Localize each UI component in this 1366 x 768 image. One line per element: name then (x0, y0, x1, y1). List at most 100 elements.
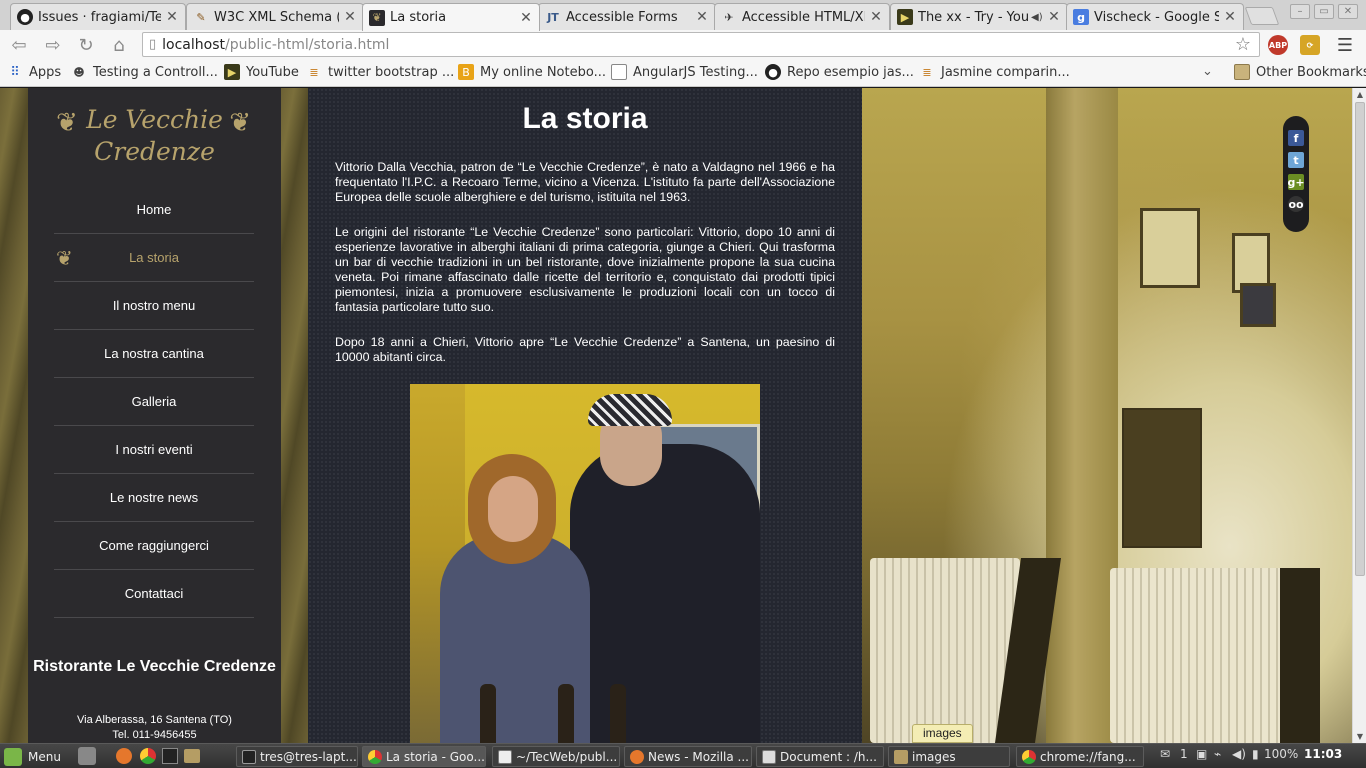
tripadvisor-icon[interactable]: oo (1288, 196, 1304, 212)
firefox-launcher-icon[interactable] (116, 748, 132, 764)
bookmarks-overflow-chevron[interactable]: ⌄ (1202, 64, 1213, 79)
bookmark-jasmine[interactable]: ≣ Jasmine comparin... (919, 64, 1070, 80)
tab-accessible-forms[interactable]: JT Accessible Forms ✕ (538, 3, 716, 30)
reload-icon[interactable]: ↻ (75, 34, 97, 56)
tab-la-storia[interactable]: ❦ La storia ✕ (362, 3, 540, 31)
page-favicon-icon: ❦ (369, 9, 385, 26)
task-firefox[interactable]: News - Mozilla ... (624, 746, 752, 767)
window-controls: – ▭ ✕ (1290, 4, 1358, 19)
bookmark-online-notebook[interactable]: B My online Notebo... (458, 64, 606, 80)
tab-youtube[interactable]: ▶ The xx - Try - YouT ◀) ✕ (890, 3, 1068, 30)
chrome-icon (368, 749, 382, 764)
task-chrome-extension[interactable]: chrome://fang... (1016, 746, 1144, 767)
nav-item-come-raggiungerci[interactable]: Come raggiungerci (54, 522, 254, 570)
tab-accessible-html[interactable]: ✈ Accessible HTML/XH ✕ (714, 3, 890, 30)
story-paragraph: Dopo 18 anni a Chieri, Vittorio apre “Le… (335, 335, 835, 364)
bookmark-label: Jasmine comparin... (941, 64, 1070, 80)
minimize-button[interactable]: – (1290, 4, 1310, 19)
tab-w3c[interactable]: ✎ W3C XML Schema ( ✕ (186, 3, 364, 30)
update-icon[interactable]: ▣ (1196, 747, 1207, 761)
stack-icon: ≣ (309, 65, 319, 79)
vertical-scrollbar[interactable]: ▲ ▼ (1352, 88, 1366, 743)
address-bar[interactable]: ▯ localhost/public-html/storia.html ☆ (142, 32, 1260, 57)
close-icon[interactable]: ✕ (869, 9, 883, 25)
files-launcher-icon[interactable] (184, 749, 200, 763)
network-icon[interactable]: ⌁ (1214, 747, 1221, 761)
stack-icon: ≣ (922, 65, 932, 79)
terminal-launcher-icon[interactable] (162, 748, 178, 764)
tab-issues[interactable]: ● Issues · fragiami/Tec ✕ (10, 3, 186, 30)
bookmark-twitter-bootstrap[interactable]: ≣ twitter bootstrap ... (306, 64, 454, 80)
notification-count[interactable]: 1 (1180, 747, 1188, 761)
google-icon: g (1073, 9, 1089, 25)
twitter-icon[interactable]: t (1288, 152, 1304, 168)
show-desktop-icon[interactable] (78, 747, 96, 765)
speaker-icon[interactable]: ◀) (1031, 12, 1043, 23)
close-window-button[interactable]: ✕ (1338, 4, 1358, 19)
nav-item-contattaci[interactable]: Contattaci (54, 570, 254, 618)
nav-item-galleria[interactable]: Galleria (54, 378, 254, 426)
bookmark-testing-controller[interactable]: ☻ Testing a Controll... (71, 64, 218, 80)
close-icon[interactable]: ✕ (695, 9, 709, 25)
adblock-plus-icon[interactable]: ABP (1268, 35, 1288, 55)
facebook-icon[interactable]: f (1288, 130, 1304, 146)
volume-icon[interactable]: ◀) (1232, 747, 1246, 761)
tab-vischeck[interactable]: g Vischeck - Google Se ✕ (1066, 3, 1244, 30)
back-icon[interactable]: ⇦ (8, 34, 30, 56)
nav-item-la-storia[interactable]: ❦ La storia (54, 234, 254, 282)
url-path: /public-html/storia.html (225, 36, 390, 53)
forward-icon[interactable]: ⇨ (42, 34, 64, 56)
task-document[interactable]: Document : /h... (756, 746, 884, 767)
terminal-icon (242, 749, 256, 764)
clock[interactable]: 11:03 (1304, 747, 1342, 761)
home-icon[interactable]: ⌂ (108, 34, 130, 56)
nav-item-menu[interactable]: Il nostro menu (54, 282, 254, 330)
w3c-icon: ✎ (196, 10, 206, 24)
nav-label: Il nostro menu (112, 298, 196, 313)
other-bookmarks[interactable]: Other Bookmarks (1234, 64, 1366, 80)
url-host: localhost (162, 36, 225, 53)
chrome-launcher-icon[interactable] (140, 748, 156, 764)
tab-title: La storia (390, 10, 447, 25)
task-terminal[interactable]: tres@tres-lapt... (236, 746, 358, 767)
close-icon[interactable]: ✕ (519, 10, 533, 26)
task-images-folder[interactable]: images (888, 746, 1010, 767)
site-logo[interactable]: ❦ ❦ Le Vecchie Credenze (28, 104, 281, 184)
bookmark-angularjs-testing[interactable]: AngularJS Testing... (611, 64, 758, 80)
google-plus-icon[interactable]: g+ (1287, 174, 1305, 190)
chat-icon[interactable]: ✉ (1160, 747, 1170, 761)
task-label: La storia - Goo... (386, 749, 485, 764)
bookmark-apps[interactable]: ⠿ Apps (7, 64, 61, 80)
page-title: La storia (522, 102, 648, 135)
new-tab-button[interactable] (1244, 7, 1280, 25)
task-chrome-la-storia[interactable]: La storia - Goo... (362, 746, 486, 767)
scrollbar-thumb[interactable] (1355, 102, 1365, 576)
menu-icon[interactable]: ☰ (1334, 34, 1356, 56)
close-icon[interactable]: ✕ (1047, 9, 1061, 25)
nav-item-news[interactable]: Le nostre news (54, 474, 254, 522)
maximize-button[interactable]: ▭ (1314, 4, 1334, 19)
dining-table (870, 558, 1020, 743)
bookmark-youtube[interactable]: ▶ YouTube (224, 64, 299, 80)
bookmark-repo-esempio[interactable]: ● Repo esempio jas... (765, 64, 914, 80)
bookmark-star-icon[interactable]: ☆ (1235, 34, 1251, 55)
battery-icon[interactable]: ▮ (1252, 747, 1259, 761)
close-icon[interactable]: ✕ (343, 9, 357, 25)
nav-item-cantina[interactable]: La nostra cantina (54, 330, 254, 378)
close-icon[interactable]: ✕ (1223, 9, 1237, 25)
wall-picture (1140, 208, 1200, 288)
task-editor[interactable]: ~/TecWeb/publ... (492, 746, 620, 767)
close-icon[interactable]: ✕ (165, 9, 179, 25)
dining-room-pillar (1046, 88, 1118, 743)
nav-item-eventi[interactable]: I nostri eventi (54, 426, 254, 474)
scroll-up-arrow-icon[interactable]: ▲ (1355, 90, 1365, 99)
ornament-icon: ❦ (229, 108, 251, 138)
task-label: News - Mozilla ... (648, 749, 749, 764)
bookmark-label: AngularJS Testing... (633, 64, 758, 80)
nav-label: La nostra cantina (104, 346, 204, 361)
start-menu-button[interactable]: Menu (4, 746, 61, 767)
nav-label: I nostri eventi (115, 442, 193, 457)
scroll-down-arrow-icon[interactable]: ▼ (1355, 732, 1365, 741)
extension-icon[interactable]: ⟳ (1300, 35, 1320, 55)
nav-item-home[interactable]: Home (54, 186, 254, 234)
